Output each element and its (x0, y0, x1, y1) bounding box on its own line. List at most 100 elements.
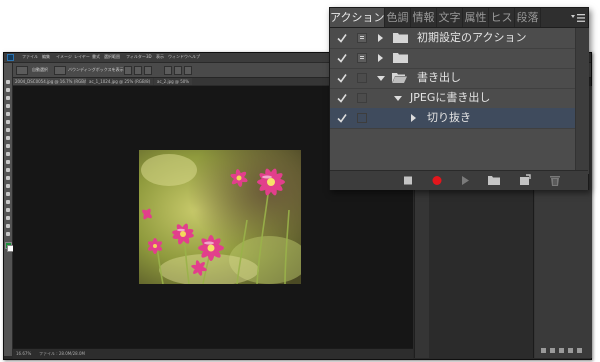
menu-layer[interactable]: レイヤー (74, 54, 90, 60)
checkmark-icon[interactable] (336, 32, 348, 44)
new-set-icon[interactable] (487, 174, 501, 187)
auto-select-option[interactable]: 自動選択 (32, 67, 48, 73)
stop-icon[interactable] (401, 174, 415, 187)
marquee-tool-icon[interactable] (6, 88, 10, 92)
distribute-top-icon[interactable] (164, 66, 172, 75)
distribute-bottom-icon[interactable] (184, 66, 192, 75)
actions-panel: アクション 色調 情報 文字 属性 ヒス 段落 初期設定のアクション 書き出し … (329, 7, 589, 190)
open-folder-icon (392, 73, 407, 83)
tab-color[interactable]: 色調 (385, 8, 411, 27)
zoom-level[interactable]: 16.67% (16, 351, 31, 357)
eyedropper-tool-icon[interactable] (6, 120, 10, 124)
move-tool-icon[interactable] (6, 80, 10, 84)
document-size: ファイル : 28.0M/28.0M (39, 351, 85, 356)
bounding-box-option[interactable]: バウンディングボックスを表示 (68, 67, 124, 73)
pen-tool-icon[interactable] (6, 192, 10, 196)
dodge-tool-icon[interactable] (6, 184, 10, 188)
brush-tool-icon[interactable] (6, 136, 10, 140)
action-set-row[interactable] (330, 48, 575, 69)
disclosure-right-icon[interactable] (411, 114, 416, 122)
dock-button-1-icon[interactable] (541, 348, 546, 353)
dock-button-4-icon[interactable] (568, 348, 573, 353)
action-set-label: 初期設定のアクション (417, 31, 527, 44)
type-tool-icon[interactable] (6, 200, 10, 204)
actions-list: 初期設定のアクション 書き出し JPEGに書き出し 切り抜き (330, 28, 588, 154)
healing-tool-icon[interactable] (6, 128, 10, 132)
history-brush-tool-icon[interactable] (6, 152, 10, 156)
menu-window[interactable]: ウィンドウ (168, 54, 188, 60)
lasso-tool-icon[interactable] (6, 96, 10, 100)
menu-file[interactable]: ファイル (22, 54, 38, 60)
move-tool-preset-icon[interactable] (16, 66, 28, 75)
shape-tool-icon[interactable] (6, 216, 10, 220)
menu-view[interactable]: 表示 (156, 54, 164, 60)
document-tab-2[interactable]: ac_1_1024.jpg @ 25% (RGB/8) (86, 78, 154, 85)
gradient-tool-icon[interactable] (6, 168, 10, 172)
menu-help[interactable]: ヘルプ (188, 54, 200, 60)
document-tab-1[interactable]: 2004_DSC0054.jpg @ 16.7% (RGB/8) (12, 78, 93, 85)
tab-character[interactable]: 文字 (437, 8, 463, 27)
menu-type[interactable]: 書式 (92, 54, 100, 60)
dialog-toggle-icon[interactable] (357, 33, 367, 43)
new-action-icon[interactable] (518, 174, 532, 187)
action-label: JPEGに書き出し (410, 91, 491, 104)
tab-paragraph[interactable]: 段落 (515, 8, 541, 27)
crop-tool-icon[interactable] (6, 112, 10, 116)
menu-filter[interactable]: フィルター (126, 54, 146, 60)
distribute-center-icon[interactable] (174, 66, 182, 75)
cosmos-flower-image (139, 150, 301, 284)
tab-actions[interactable]: アクション (330, 8, 385, 27)
action-row[interactable]: JPEGに書き出し (330, 88, 575, 109)
action-step-label: 切り抜き (427, 111, 471, 124)
trash-icon[interactable] (548, 174, 562, 187)
checkmark-icon[interactable] (336, 112, 348, 124)
action-set-label: 書き出し (417, 71, 461, 84)
tab-history[interactable]: ヒス (489, 8, 515, 27)
quick-select-tool-icon[interactable] (6, 104, 10, 108)
dock-button-5-icon[interactable] (577, 348, 582, 353)
checkmark-icon[interactable] (336, 72, 348, 84)
tools-panel (4, 63, 14, 356)
align-center-icon[interactable] (134, 66, 142, 75)
document-tab-3[interactable]: ac_2.jpg @ 50% (154, 78, 193, 85)
play-icon[interactable] (458, 174, 472, 187)
zoom-tool-icon[interactable] (6, 232, 10, 236)
dialog-toggle-empty-icon[interactable] (357, 73, 367, 83)
menu-edit[interactable]: 編集 (42, 54, 50, 60)
align-left-icon[interactable] (124, 66, 132, 75)
flower-photo (139, 150, 301, 284)
checkmark-icon[interactable] (336, 52, 348, 64)
folder-icon (393, 53, 408, 63)
menu-select[interactable]: 選択範囲 (104, 54, 120, 60)
disclosure-right-icon[interactable] (378, 34, 383, 42)
record-icon[interactable] (430, 174, 444, 187)
blur-tool-icon[interactable] (6, 176, 10, 180)
disclosure-right-icon[interactable] (378, 54, 383, 62)
path-select-tool-icon[interactable] (6, 208, 10, 212)
align-right-icon[interactable] (144, 66, 152, 75)
action-set-row[interactable]: 書き出し (330, 68, 575, 89)
checkmark-icon[interactable] (336, 92, 348, 104)
stamp-tool-icon[interactable] (6, 144, 10, 148)
panel-scrollbar[interactable] (575, 28, 589, 174)
eraser-tool-icon[interactable] (6, 160, 10, 164)
hand-tool-icon[interactable] (6, 224, 10, 228)
dock-button-3-icon[interactable] (559, 348, 564, 353)
tab-info[interactable]: 情報 (411, 8, 437, 27)
menu-image[interactable]: イメージ (56, 54, 72, 60)
dialog-toggle-empty-icon[interactable] (357, 93, 367, 103)
action-set-row[interactable]: 初期設定のアクション (330, 28, 575, 49)
dock-button-2-icon[interactable] (550, 348, 555, 353)
group-dropdown[interactable] (54, 66, 66, 75)
dialog-toggle-icon[interactable] (357, 53, 367, 63)
action-step-row[interactable]: 切り抜き (330, 108, 575, 129)
dialog-toggle-empty-icon[interactable] (357, 113, 367, 123)
panel-menu-icon[interactable] (571, 13, 585, 23)
menu-3d[interactable]: 3D (146, 54, 152, 60)
disclosure-down-icon[interactable] (377, 76, 385, 81)
folder-icon (393, 33, 408, 43)
panel-button-bar (330, 170, 588, 190)
panel-tab-bar: アクション 色調 情報 文字 属性 ヒス 段落 (330, 8, 588, 28)
disclosure-down-icon[interactable] (394, 96, 402, 101)
tab-properties[interactable]: 属性 (463, 8, 489, 27)
